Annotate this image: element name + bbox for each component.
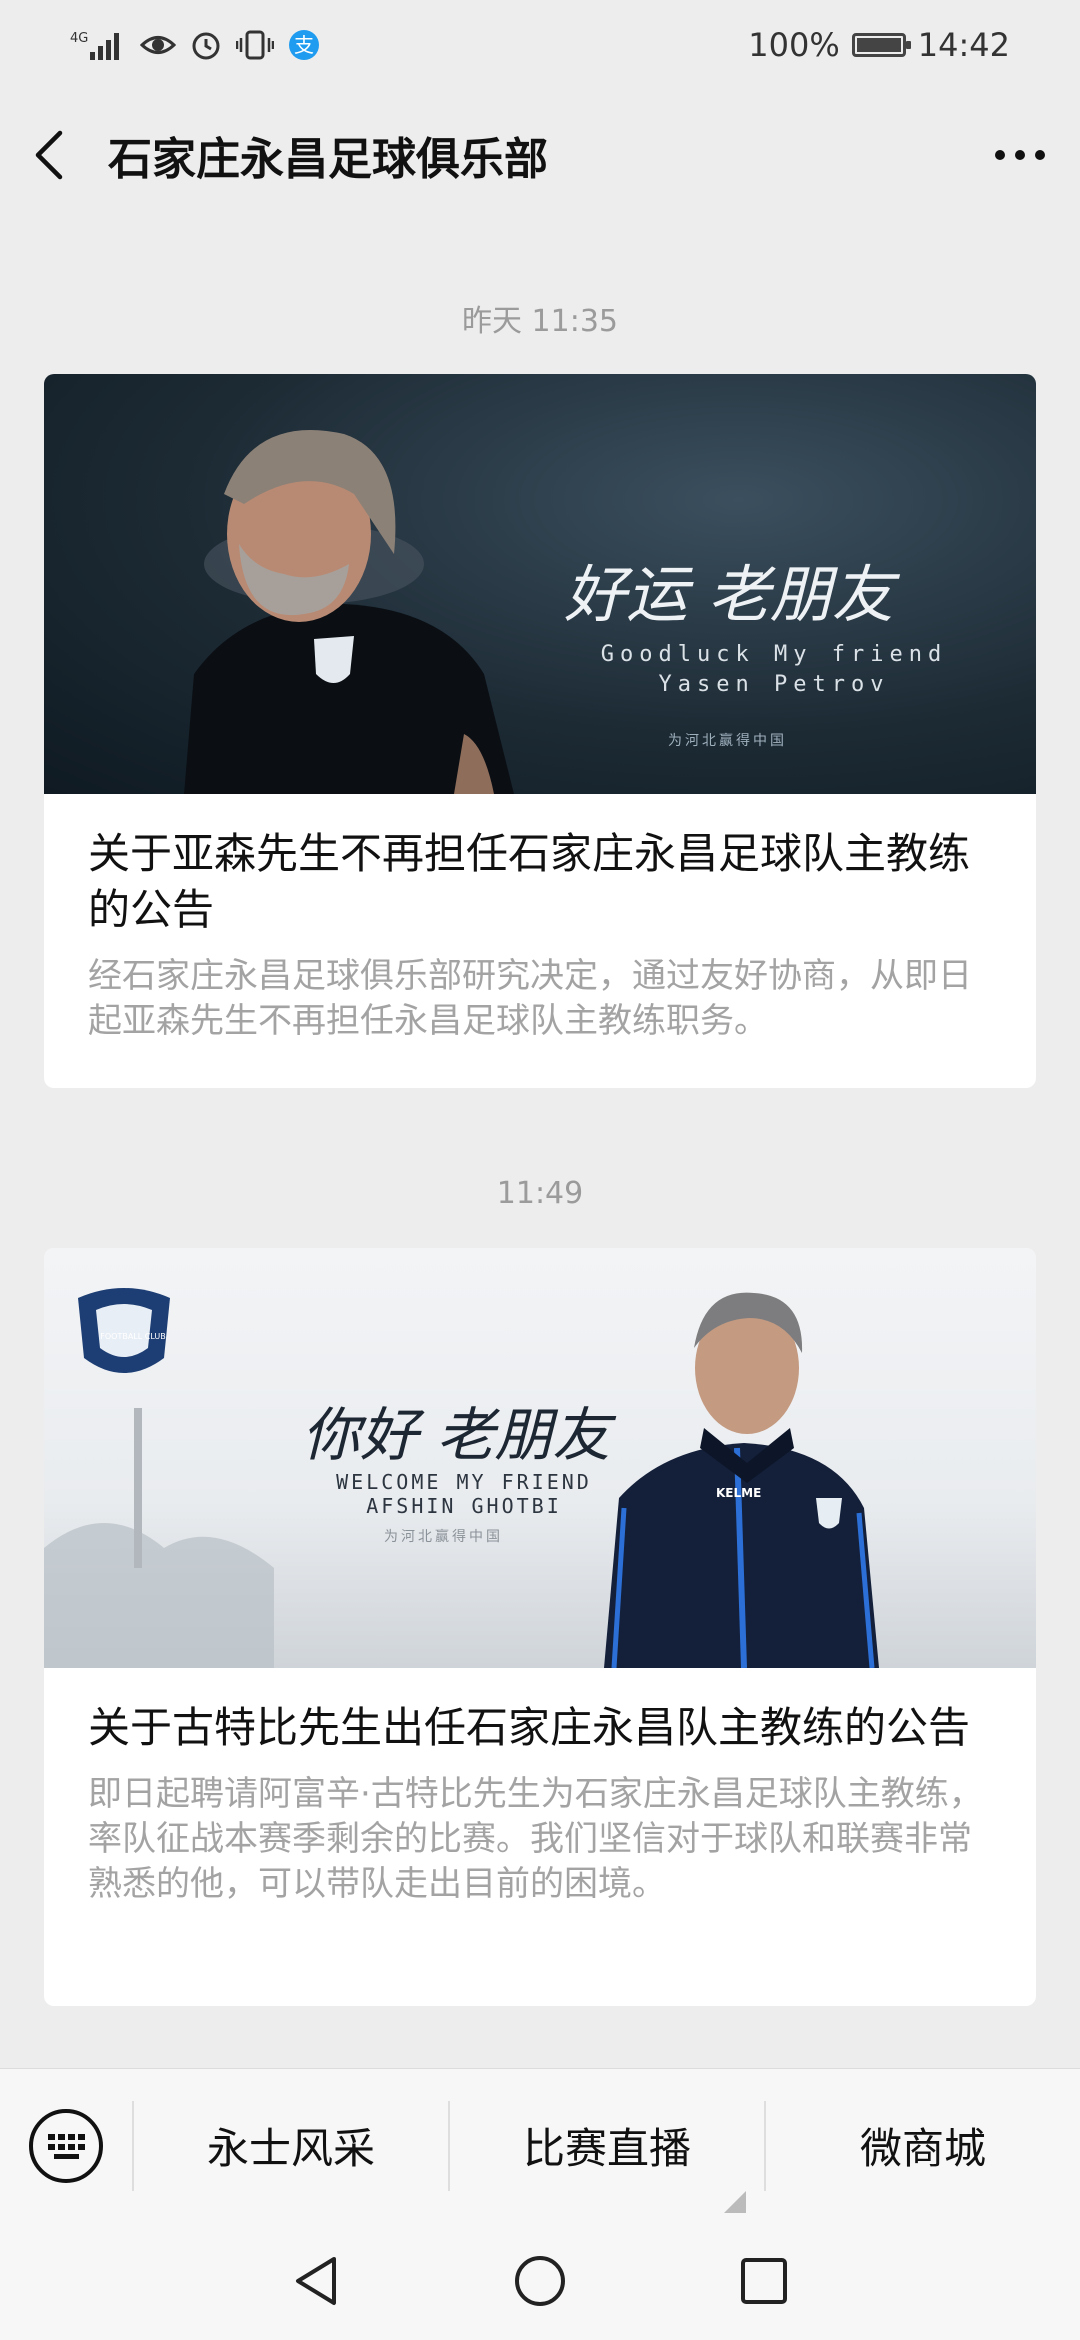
menu-item-label: 比赛直播: [522, 2124, 691, 2173]
menu-item-micro-mall[interactable]: 微商城: [764, 2100, 1080, 2191]
menu-item-label: 微商城: [859, 2124, 986, 2173]
status-icons-left: 4G 支: [70, 28, 320, 62]
cover-subline-1: Goodluck My friend: [600, 642, 948, 667]
recents-square-icon[interactable]: [738, 2255, 790, 2307]
cover-headline: 好运 老朋友: [564, 558, 894, 631]
article-cover-image: 好运 老朋友 Goodluck My friend Yasen Petrov 为…: [44, 374, 1036, 794]
article-card[interactable]: 好运 老朋友 Goodluck My friend Yasen Petrov 为…: [44, 374, 1036, 1088]
back-chevron-icon[interactable]: [30, 127, 70, 183]
account-menu-bar: 永士风采 比赛直播 微商城: [0, 2068, 1080, 2222]
cover-subline-1: WELCOME MY FRIEND: [336, 1470, 592, 1494]
battery-percent: 100%: [748, 26, 840, 64]
article-card[interactable]: FOOTBALL CLUB 你好 老朋友 WELCOME MY FRIEND A…: [44, 1248, 1036, 2006]
club-badge-label: FOOTBALL CLUB: [100, 1332, 166, 1341]
signal-icon: 4G: [70, 28, 126, 62]
title-bar: 石家庄永昌足球俱乐部: [0, 90, 1080, 220]
menu-item-label: 永士风采: [206, 2124, 375, 2173]
system-nav-bar: [0, 2222, 1080, 2340]
svg-text:支: 支: [294, 33, 314, 57]
home-circle-icon[interactable]: [512, 2253, 568, 2309]
menu-item-yongshi-style[interactable]: 永士风采: [132, 2100, 448, 2191]
keyboard-icon: [28, 2108, 104, 2184]
article-title: 关于亚森先生不再担任石家庄永昌足球队主教练的公告: [88, 829, 971, 934]
message-timestamp: 11:49: [496, 1176, 584, 1211]
status-icons-right: 100% 14:42: [748, 26, 1010, 64]
alipay-icon: 支: [288, 29, 320, 61]
keyboard-toggle-button[interactable]: [0, 2069, 132, 2222]
cover-slogan: 为河北赢得中国: [384, 1529, 503, 1545]
cover-headline: 你好 老朋友: [302, 1401, 611, 1469]
article-title: 关于古特比先生出任石家庄永昌队主教练的公告: [88, 1703, 971, 1752]
jacket-brand-label: KELME: [716, 1486, 762, 1500]
cover-subline-2: AFSHIN GHOTBI: [366, 1494, 562, 1518]
battery-icon: [851, 33, 911, 57]
svg-text:4G: 4G: [70, 31, 88, 46]
cover-slogan: 为河北赢得中国: [668, 733, 787, 749]
vibrate-icon: [236, 29, 274, 61]
status-bar: 4G 支 100% 14:42: [0, 0, 1080, 90]
article-summary: 即日起聘请阿富辛·古特比先生为石家庄永昌足球队主教练，率队征战本赛季剩余的比赛。…: [88, 1774, 983, 1904]
clock: 14:42: [917, 26, 1010, 64]
message-timestamp: 昨天 11:35: [462, 304, 618, 339]
eye-icon: [140, 30, 176, 60]
article-summary: 经石家庄永昌足球俱乐部研究决定，通过友好协商，从即日起亚森先生不再担任永昌足球队…: [88, 956, 972, 1041]
menu-item-live-match[interactable]: 比赛直播: [448, 2100, 764, 2213]
back-triangle-icon[interactable]: [290, 2253, 342, 2309]
article-body: 关于古特比先生出任石家庄永昌队主教练的公告 即日起聘请阿富辛·古特比先生为石家庄…: [44, 1668, 1036, 1951]
article-body: 关于亚森先生不再担任石家庄永昌足球队主教练的公告 经石家庄永昌足球俱乐部研究决定…: [44, 794, 1036, 1088]
article-cover-image: FOOTBALL CLUB 你好 老朋友 WELCOME MY FRIEND A…: [44, 1248, 1036, 1668]
alarm-icon: [190, 29, 222, 61]
submenu-indicator-icon: [724, 2190, 746, 2213]
more-dots-icon[interactable]: [990, 145, 1050, 165]
cover-subline-2: Yasen Petrov: [658, 672, 890, 697]
page-title: 石家庄永昌足球俱乐部: [108, 134, 548, 185]
